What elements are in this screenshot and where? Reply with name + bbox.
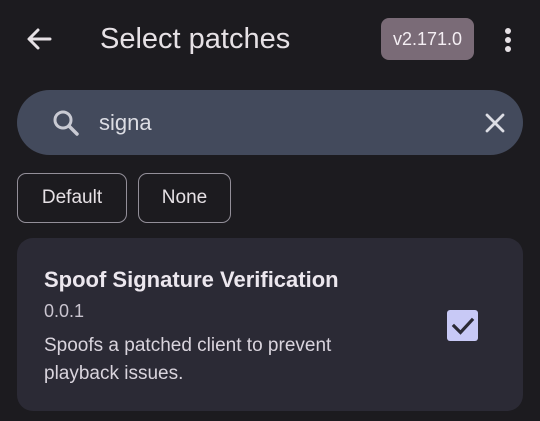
clear-search-button[interactable]	[479, 107, 511, 139]
close-icon	[485, 113, 505, 133]
page-title: Select patches	[100, 23, 291, 55]
arrow-back-icon	[27, 28, 52, 50]
search-icon	[53, 110, 79, 136]
more-vert-icon	[505, 28, 511, 52]
top-app-bar: Select patches v2.171.0	[0, 0, 540, 80]
none-filter-chip[interactable]: None	[138, 173, 231, 223]
check-icon	[451, 317, 474, 335]
patch-description: Spoofs a patched client to prevent playb…	[44, 335, 332, 384]
more-options-button[interactable]	[490, 20, 526, 60]
patch-checkbox[interactable]	[447, 310, 478, 341]
search-bar[interactable]	[17, 90, 523, 155]
select-patches-screen: Select patches v2.171.0 Default None Spo…	[0, 0, 540, 421]
search-input[interactable]	[99, 104, 459, 142]
back-button[interactable]	[18, 18, 60, 60]
patch-version: 0.0.1	[44, 301, 85, 321]
version-badge[interactable]: v2.171.0	[381, 18, 474, 60]
default-filter-chip[interactable]: Default	[17, 173, 127, 223]
patch-card[interactable]: Spoof Signature Verification 0.0.1 Spoof…	[17, 238, 523, 411]
patch-name: Spoof Signature Verification	[44, 267, 339, 292]
